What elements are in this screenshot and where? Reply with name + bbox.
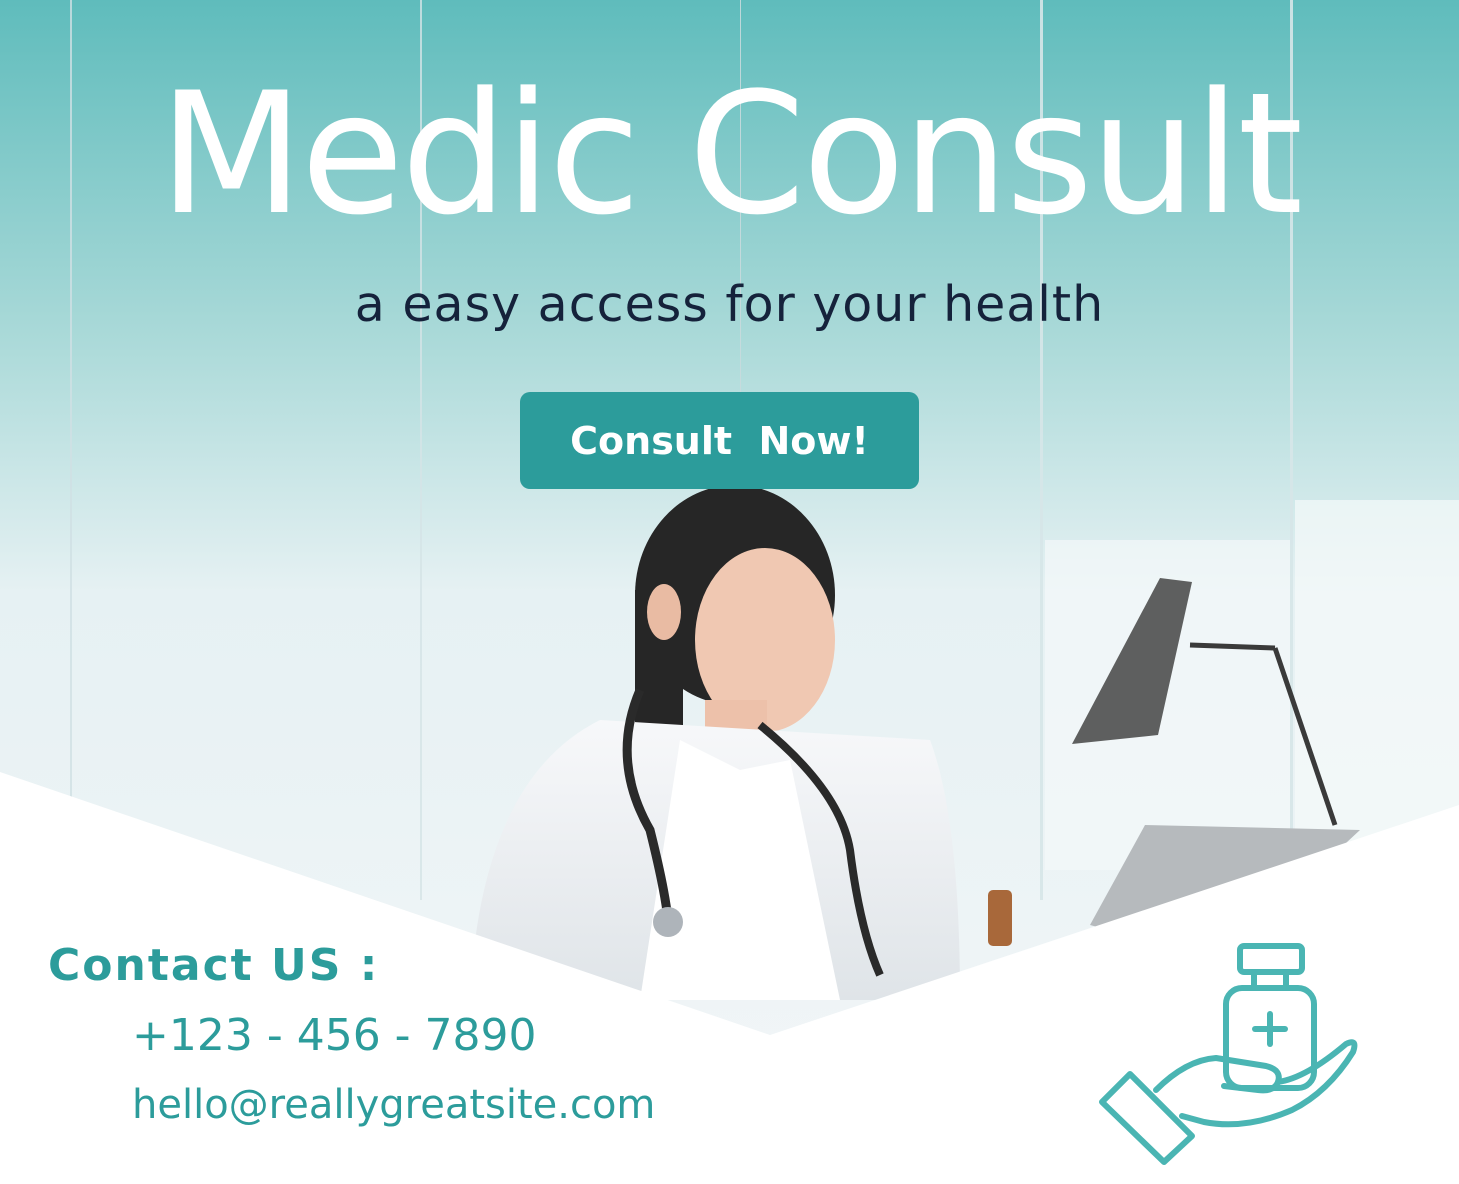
page-title: Medic Consult [158, 56, 1304, 252]
contact-phone[interactable]: +123 - 456 - 7890 [132, 1010, 537, 1061]
poster: Medic Consult a easy access for your hea… [0, 0, 1459, 1184]
consult-now-button[interactable]: Consult Now! [520, 392, 919, 489]
tagline: a easy access for your health [354, 276, 1105, 333]
contact-email[interactable]: hello@reallygreatsite.com [132, 1082, 655, 1128]
contact-heading: Contact US : [48, 940, 380, 991]
hand-holding-medicine-icon [1099, 943, 1358, 1165]
